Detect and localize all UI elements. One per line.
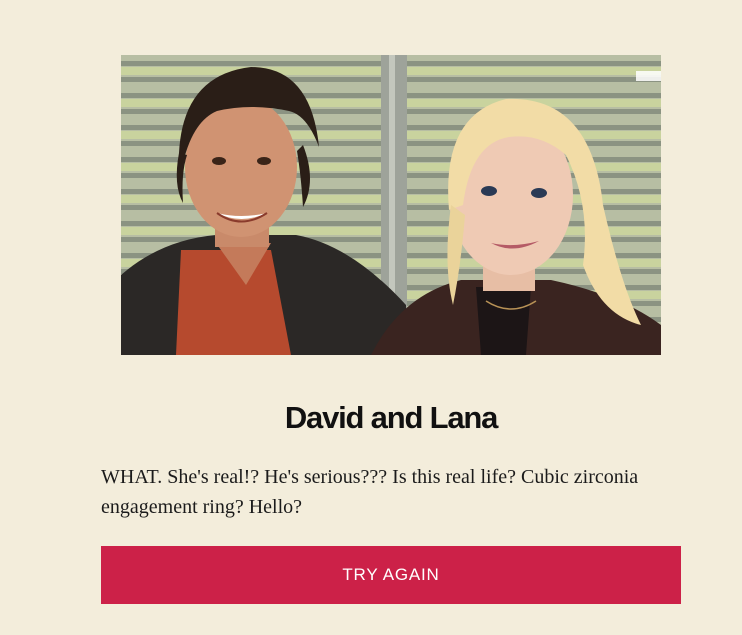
quiz-result-page: David and Lana WHAT. She's real!? He's s… (0, 0, 742, 635)
result-title: David and Lana (284, 400, 499, 435)
result-photo (121, 55, 661, 355)
result-description: WHAT. She's real!? He's serious??? Is th… (101, 466, 639, 518)
try-again-button[interactable]: TRY AGAIN (101, 546, 681, 604)
